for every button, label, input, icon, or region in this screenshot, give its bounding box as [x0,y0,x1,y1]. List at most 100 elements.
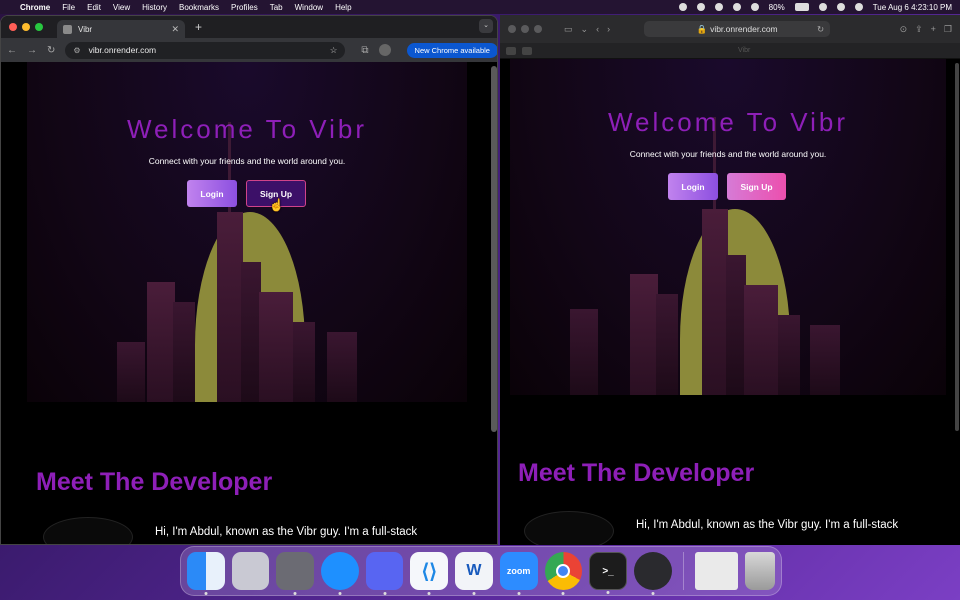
cloud-sync-icon[interactable] [732,3,741,11]
menu-view[interactable]: View [113,3,130,12]
menu-window[interactable]: Window [295,3,323,12]
mouse-cursor-icon: ☝ [269,198,284,212]
bookmark-star-icon[interactable]: ☆ [330,45,338,56]
share-icon[interactable]: ⇪ [915,24,923,35]
safari-new-tab-icon[interactable]: + [931,24,936,34]
record-icon[interactable] [678,3,687,11]
dock-separator [682,552,684,590]
safari-back-icon[interactable]: ‹ [596,24,599,34]
chrome-toolbar: ← → ↻ ⚙ vibr.onrender.com ☆ ⧉ New Chrome… [1,38,497,62]
developer-photo [43,517,133,544]
tab-group-chevron-icon[interactable]: ⌄ [581,24,589,35]
finder-icon[interactable] [187,552,225,595]
safari-tab-vibr[interactable]: Vibr [738,47,750,54]
word-label: W [466,562,482,579]
tab-search-icon[interactable]: ⌄ [479,19,493,33]
safari-icon[interactable] [321,552,359,595]
dock: ⟨⟩ W zoom >_ [180,546,782,596]
terminal-icon[interactable]: >_ [589,552,627,594]
cloud-icon[interactable] [696,3,705,11]
menu-history[interactable]: History [142,3,167,12]
menubar: Chrome File Edit View History Bookmarks … [0,0,960,14]
safari-zoom-button[interactable] [534,25,542,33]
chrome-tab-strip: Vibr ✕ + ⌄ [1,16,497,38]
moon-icon[interactable] [714,3,723,11]
address-bar[interactable]: ⚙ vibr.onrender.com ☆ [65,41,346,59]
globe-icon [63,24,72,34]
zoom-label: zoom [506,566,531,576]
safari-address-bar[interactable]: 🔒 vibr.onrender.com ↻ [644,21,831,37]
minimize-window-button[interactable] [22,23,30,31]
menu-app-name[interactable]: Chrome [20,3,50,12]
close-tab-icon[interactable]: ✕ [171,24,179,35]
safari-address-url: vibr.onrender.com [710,24,778,34]
safari-hero-subtitle: Connect with your friends and the world … [629,149,827,159]
update-chrome-button[interactable]: New Chrome available [406,42,497,58]
quicktime-icon[interactable] [633,552,672,595]
safari-developer-photo [524,511,614,545]
reload-icon[interactable]: ↻ [47,45,55,56]
safari-toolbar: ▭ ⌄ ‹ › 🔒 vibr.onrender.com ↻ ⊙ ⇪ + ❐ [500,15,960,43]
safari-reload-icon[interactable]: ↻ [817,24,824,35]
new-tab-icon[interactable]: + [195,20,202,34]
page-scrollbar[interactable] [491,66,497,432]
login-button[interactable]: Login [187,180,237,207]
developer-intro: Hi, I'm Abdul, known as the Vibr guy. I'… [155,526,418,538]
chrome-window: Vibr ✕ + ⌄ ← → ↻ ⚙ vibr.onrender.com ☆ ⧉… [0,15,498,545]
lock-icon: 🔒 [696,23,708,34]
safari-minimize-button[interactable] [521,25,529,33]
menu-help[interactable]: Help [335,3,351,12]
safari-window-controls [508,25,542,33]
menubar-clock[interactable]: Tue Aug 6 4:23:10 PM [873,3,952,12]
safari-forward-icon[interactable]: › [607,24,610,34]
bluetooth-icon[interactable] [750,3,759,11]
safari-scrollbar[interactable] [955,63,959,431]
trash-icon[interactable] [745,552,775,590]
control-center-icon[interactable] [854,3,863,11]
vscode-icon[interactable]: ⟨⟩ [410,552,449,595]
safari-login-button[interactable]: Login [668,173,718,200]
safari-signup-button[interactable]: Sign Up [727,173,786,200]
chrome-tab-vibr[interactable]: Vibr ✕ [57,20,185,38]
discord-icon[interactable] [365,552,404,595]
safari-developer-intro: Hi, I'm Abdul, known as the Vibr guy. I'… [636,519,899,531]
wifi-icon[interactable] [818,3,827,11]
back-icon[interactable]: ← [7,45,17,56]
tab-title: Vibr [78,24,93,34]
safari-window: ▭ ⌄ ‹ › 🔒 vibr.onrender.com ↻ ⊙ ⇪ + ❐ Vi… [500,15,960,545]
word-icon[interactable]: W [455,552,493,595]
launchpad-icon[interactable] [231,552,270,590]
safari-tab-bar: Vibr [500,43,960,59]
developer-heading: Meet The Developer [36,468,273,496]
forward-icon[interactable]: → [27,45,37,56]
menu-tab[interactable]: Tab [270,3,283,12]
chrome-icon[interactable] [544,552,583,595]
downloads-icon[interactable]: ⊙ [900,24,908,35]
close-window-button[interactable] [9,23,17,31]
battery-percent: 80% [768,2,785,12]
search-icon[interactable] [836,3,845,11]
sidebar-toggle-icon[interactable]: ▭ [564,24,573,35]
safari-close-button[interactable] [508,25,516,33]
tab-overview-icon[interactable]: ❐ [944,24,952,35]
menu-edit[interactable]: Edit [87,3,101,12]
hero-title: Welcome To Vibr [126,114,368,144]
reader-icon[interactable] [522,46,532,55]
menu-profiles[interactable]: Profiles [231,3,258,12]
preview-document-icon[interactable] [694,552,739,590]
zoom-window-button[interactable] [35,23,43,31]
address-url: vibr.onrender.com [88,45,157,55]
site-info-icon[interactable]: ⚙ [73,46,80,55]
menu-file[interactable]: File [62,3,75,12]
extensions-icon[interactable]: ⧉ [361,45,368,56]
battery-icon[interactable] [794,3,809,11]
menu-bookmarks[interactable]: Bookmarks [179,3,219,12]
safari-developer-heading: Meet The Developer [518,459,755,487]
pages-icon[interactable] [276,552,315,595]
chrome-page-content: Welcome To Vibr Connect with your friend… [1,62,497,544]
zoom-icon[interactable]: zoom [499,552,538,595]
sidebar-icon[interactable] [506,46,516,55]
safari-hero-title: Welcome To Vibr [607,107,849,137]
profile-avatar[interactable] [378,44,391,56]
window-controls [9,23,43,31]
